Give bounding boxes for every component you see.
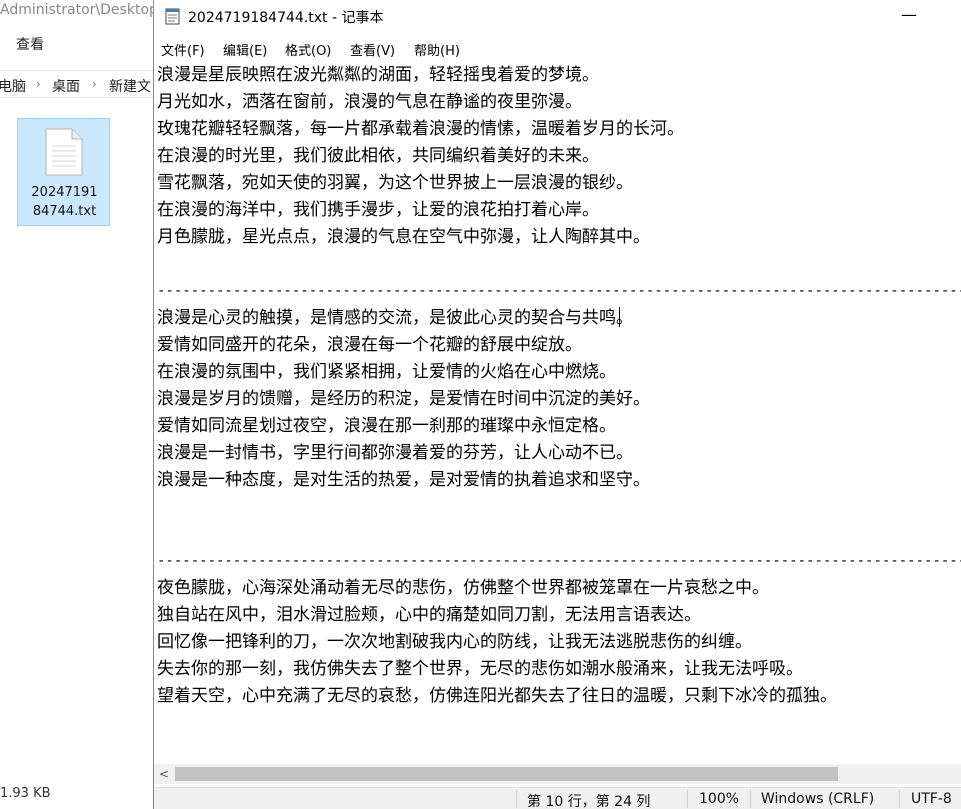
title-bar[interactable]: 2024719184744.txt - 记事本 — bbox=[154, 0, 961, 34]
text-line: 望着天空，心中充满了无尽的哀愁，仿佛连阳光都失去了往日的温暖，只剩下冰冷的孤独。 bbox=[157, 686, 837, 706]
breadcrumb-item[interactable]: 新建文 bbox=[109, 76, 151, 96]
text-line: 在浪漫的氛围中，我们紧紧相拥，让爱情的火焰在心中燃烧。 bbox=[157, 362, 616, 382]
menu-bar: 文件(F) 编辑(E) 格式(O) 查看(V) 帮助(H) bbox=[154, 36, 961, 60]
file-item-selected[interactable]: 20247191 84744.txt bbox=[17, 118, 110, 226]
text-line: 浪漫是一封情书，字里行间都弥漫着爱的芬芳，让人心动不已。 bbox=[157, 443, 633, 463]
breadcrumb-item[interactable]: 电脑 bbox=[0, 76, 26, 96]
file-explorer-window: Administrator\Desktop 查看 电脑 › 桌面 › 新建文 2… bbox=[0, 0, 153, 809]
text-line: 月光如水，洒落在窗前，浪漫的气息在静谧的夜里弥漫。 bbox=[157, 92, 582, 112]
text-line: 回忆像一把锋利的刀，一次次地割破我内心的防线，让我无法逃脱悲伤的纠缠。 bbox=[157, 632, 752, 652]
address-bar[interactable]: 电脑 › 桌面 › 新建文 bbox=[0, 70, 153, 98]
status-divider bbox=[750, 790, 751, 808]
menu-view[interactable]: 查看(V) bbox=[350, 40, 395, 59]
notepad-icon bbox=[165, 8, 180, 25]
menu-help[interactable]: 帮助(H) bbox=[414, 40, 460, 59]
text-line: 浪漫是星辰映照在波光粼粼的湖面，轻轻摇曳着爱的梦境。 bbox=[157, 65, 599, 85]
scrollbar-thumb[interactable] bbox=[175, 767, 838, 781]
text-line: 在浪漫的时光里，我们彼此相依，共同编织着美好的未来。 bbox=[157, 146, 599, 166]
text-line: 爱情如同盛开的花朵，浪漫在每一个花瓣的舒展中绽放。 bbox=[157, 335, 582, 355]
status-divider bbox=[899, 790, 900, 808]
text-line-separator: ----------------------------------------… bbox=[157, 283, 961, 299]
status-divider bbox=[687, 790, 688, 808]
breadcrumb-separator-icon: › bbox=[36, 77, 41, 91]
menu-edit[interactable]: 编辑(E) bbox=[223, 40, 267, 59]
zoom-level: 100% bbox=[699, 791, 740, 807]
status-bar: 第 10 行，第 24 列 100% Windows (CRLF) UTF-8 bbox=[154, 787, 961, 809]
text-line: 在浪漫的海洋中，我们携手漫步，让爱的浪花拍打着心岸。 bbox=[157, 200, 599, 220]
horizontal-scrollbar[interactable]: < bbox=[154, 764, 961, 784]
text-line: 失去你的那一刻，我仿佛失去了整个世界，无尽的悲伤如潮水般涌来，让我无法呼吸。 bbox=[157, 659, 803, 679]
text-line: 浪漫是一种态度，是对生活的热爱，是对爱情的执着追求和坚守。 bbox=[157, 470, 650, 490]
text-line-separator: ----------------------------------------… bbox=[157, 553, 961, 569]
text-line: 夜色朦胧，心海深处涌动着无尽的悲伤，仿佛整个世界都被笼罩在一片哀愁之中。 bbox=[157, 578, 769, 598]
file-name-label: 20247191 84744.txt bbox=[18, 183, 111, 221]
minimize-button[interactable]: — bbox=[894, 4, 924, 30]
menu-file[interactable]: 文件(F) bbox=[161, 40, 205, 59]
window-title: 2024719184744.txt - 记事本 bbox=[188, 10, 384, 26]
line-ending: Windows (CRLF) bbox=[761, 791, 875, 807]
file-name-line: 84744.txt bbox=[32, 204, 97, 219]
status-divider bbox=[516, 790, 517, 808]
breadcrumb-item[interactable]: 桌面 bbox=[52, 76, 80, 96]
cursor-position: 第 10 行，第 24 列 bbox=[527, 794, 651, 809]
breadcrumb-separator-icon: › bbox=[92, 77, 97, 91]
explorer-status-size: 1.93 KB bbox=[0, 786, 51, 801]
text-line: 独自站在风中，泪水滑过脸颊，心中的痛楚如同刀割，无法用言语表达。 bbox=[157, 605, 701, 625]
ribbon-view-tab[interactable]: 查看 bbox=[16, 34, 44, 54]
scroll-left-arrow-icon[interactable]: < bbox=[154, 764, 174, 784]
notepad-window: 2024719184744.txt - 记事本 — 文件(F) 编辑(E) 格式… bbox=[153, 0, 961, 809]
text-line: 爱情如同流星划过夜空，浪漫在那一刹那的璀璨中永恒定格。 bbox=[157, 416, 616, 436]
text-line: 玫瑰花瓣轻轻飘落，每一片都承载着浪漫的情愫，温暖着岁月的长河。 bbox=[157, 119, 684, 139]
text-caret bbox=[619, 307, 620, 327]
menu-format[interactable]: 格式(O) bbox=[285, 40, 331, 59]
text-file-icon bbox=[45, 128, 83, 176]
encoding: UTF-8 bbox=[911, 791, 952, 807]
text-editor-area[interactable]: 浪漫是星辰映照在波光粼粼的湖面，轻轻摇曳着爱的梦境。 月光如水，洒落在窗前，浪漫… bbox=[154, 62, 961, 764]
text-line: 雪花飘落，宛如天使的羽翼，为这个世界披上一层浪漫的银纱。 bbox=[157, 173, 633, 193]
text-line: 浪漫是心灵的触摸，是情感的交流，是彼此心灵的契合与共鸣。 bbox=[157, 308, 633, 328]
text-line: 月色朦胧，星光点点，浪漫的气息在空气中弥漫，让人陶醉其中。 bbox=[157, 227, 650, 247]
file-name-line: 20247191 bbox=[31, 185, 98, 200]
explorer-title: Administrator\Desktop bbox=[0, 2, 153, 18]
text-line: 浪漫是岁月的馈赠，是经历的积淀，是爱情在时间中沉淀的美好。 bbox=[157, 389, 650, 409]
